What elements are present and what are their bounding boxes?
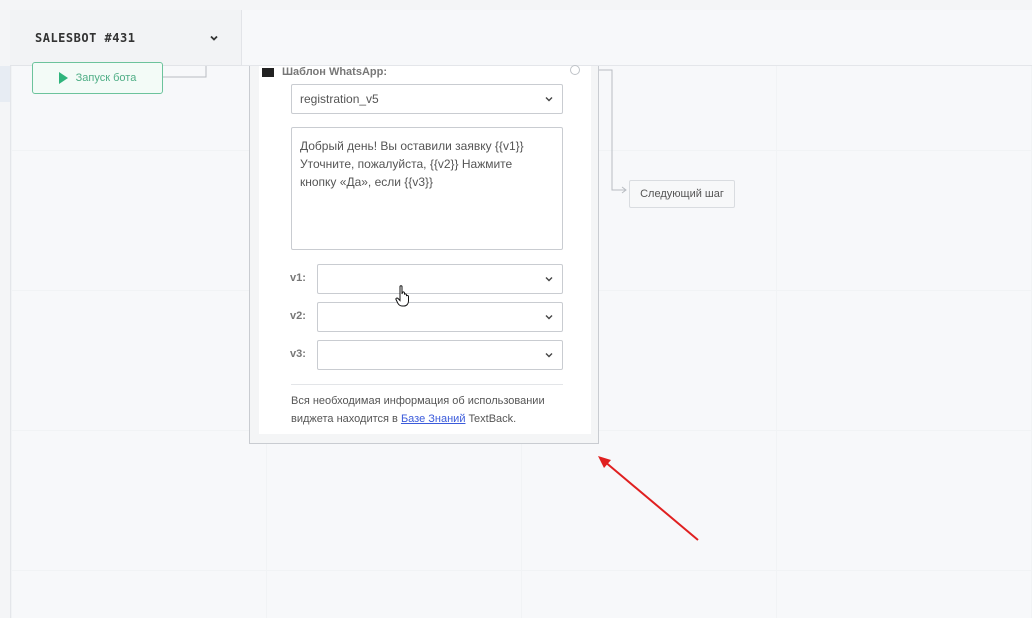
divider	[291, 384, 563, 385]
variable-select-v1[interactable]	[317, 264, 563, 294]
top-toolbar	[242, 10, 1032, 66]
template-label-row: Шаблон WhatsApp:	[262, 66, 387, 78]
start-bot-node[interactable]: Запуск бота	[32, 62, 163, 94]
chevron-down-icon	[545, 353, 553, 358]
sidebar-highlight	[0, 66, 10, 102]
chevron-down-icon	[545, 277, 553, 282]
chevron-down-icon	[210, 35, 218, 41]
play-icon	[58, 72, 68, 84]
chevron-down-icon	[545, 97, 553, 102]
start-bot-label: Запуск бота	[75, 72, 137, 84]
template-select[interactable]: registration_v5	[291, 84, 563, 114]
next-step-node[interactable]: Следующий шаг	[629, 180, 735, 208]
chevron-down-icon	[545, 315, 553, 320]
message-textarea[interactable]: Добрый день! Вы оставили заявку {{v1}} У…	[291, 127, 563, 250]
variable-select-v3[interactable]	[317, 340, 563, 370]
variable-select-v2[interactable]	[317, 302, 563, 332]
whatsapp-widget-card	[249, 66, 599, 444]
widget-body	[259, 66, 591, 434]
bot-selector[interactable]: SALESBOT #431	[10, 10, 242, 66]
info-text: Вся необходимая информация об использова…	[291, 392, 571, 428]
template-value: registration_v5	[300, 92, 379, 106]
output-port[interactable]	[570, 65, 580, 75]
variable-label-v3: v3:	[290, 348, 306, 360]
next-step-label: Следующий шаг	[640, 188, 724, 200]
bot-name: SALESBOT #431	[35, 30, 136, 45]
whatsapp-icon	[262, 67, 274, 77]
variable-label-v2: v2:	[290, 310, 306, 322]
info-suffix: TextBack.	[465, 413, 517, 425]
knowledge-base-link[interactable]: Базе Знаний	[401, 413, 466, 425]
template-label: Шаблон WhatsApp:	[282, 66, 387, 78]
variable-label-v1: v1:	[290, 272, 306, 284]
hand-cursor-icon	[395, 285, 409, 307]
